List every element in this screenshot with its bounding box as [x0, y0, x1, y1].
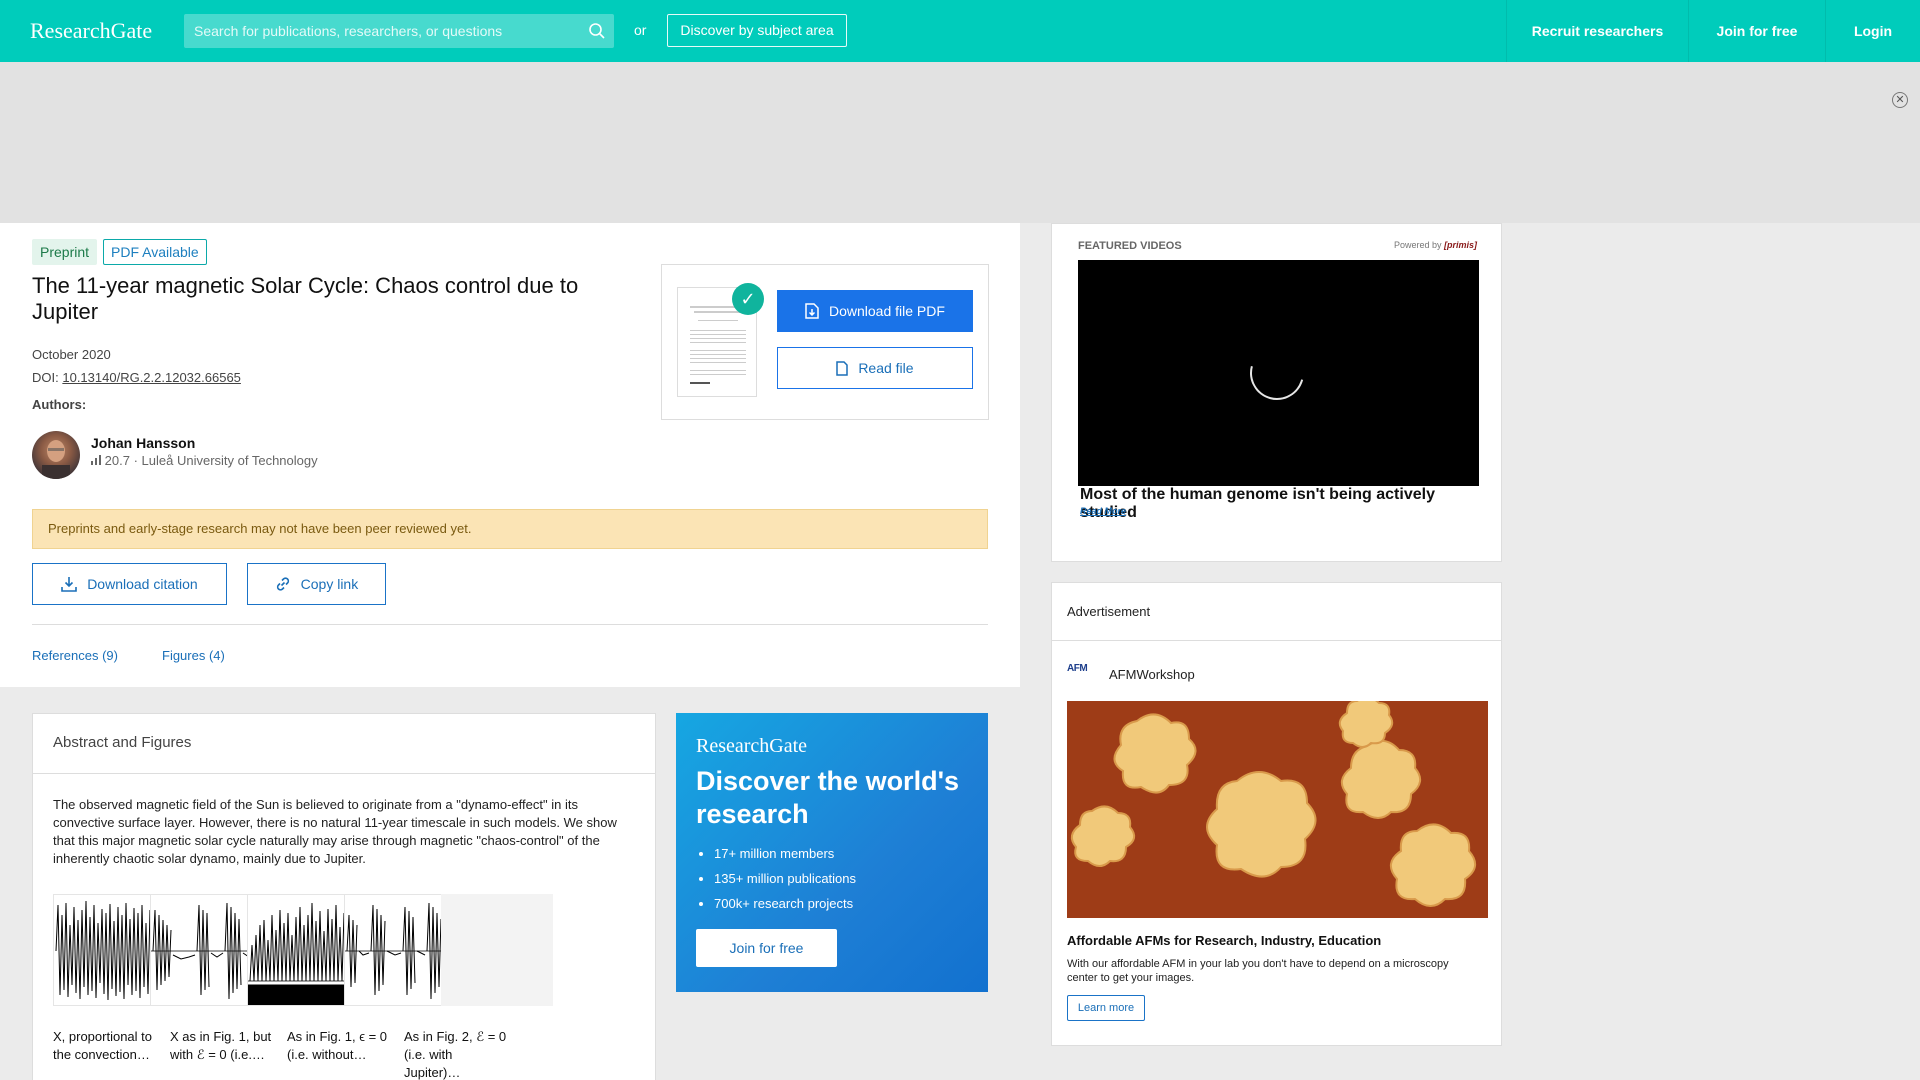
figure-thumbnail-1[interactable] — [53, 894, 165, 1006]
score-bars-icon — [91, 453, 105, 468]
featured-videos-label: FEATURED VIDEOS — [1078, 240, 1182, 252]
top-navigation-bar: ResearchGate or Discover by subject area… — [0, 0, 1920, 62]
figure-caption-1: X, proportional to the convection… — [53, 1029, 153, 1062]
loading-spinner-icon — [1240, 336, 1314, 410]
researchgate-logo[interactable]: ResearchGate — [30, 18, 152, 44]
ad-image[interactable] — [1067, 701, 1488, 918]
video-player[interactable] — [1078, 260, 1479, 486]
promo-join-button[interactable]: Join for free — [696, 929, 837, 967]
powered-by: Powered by [primis] — [1394, 240, 1477, 250]
figure-caption-4: As in Fig. 2, ℰ = 0 (i.e. with Jupiter)… — [404, 1029, 507, 1080]
download-pdf-label: Download file PDF — [828, 303, 945, 319]
tab-figures[interactable]: Figures (4) — [162, 648, 225, 663]
figure-thumbnail-placeholder — [441, 894, 553, 1006]
promo-stat-members: 17+ million members — [714, 841, 856, 866]
file-download-icon — [805, 303, 829, 319]
tabs-divider — [32, 624, 988, 625]
doi-line: DOI: 10.13140/RG.2.2.12032.66565 — [32, 370, 241, 385]
powered-by-label: Powered by — [1393, 240, 1442, 250]
doi-label: DOI: — [32, 370, 59, 385]
pdf-available-badge: PDF Available — [103, 239, 207, 265]
checkmark-icon: ✓ — [732, 283, 764, 315]
discover-research-promo: ResearchGate Discover the world's resear… — [676, 713, 988, 992]
or-separator: or — [634, 22, 647, 38]
preprint-warning: Preprints and early-stage research may n… — [32, 509, 988, 549]
author-name[interactable]: Johan Hansson — [91, 435, 195, 451]
authors-label: Authors: — [32, 397, 87, 412]
ad-brand-name[interactable]: AFMWorkshop — [1109, 667, 1195, 682]
discover-by-subject-button[interactable]: Discover by subject area — [667, 14, 847, 47]
ad-title[interactable]: Affordable AFMs for Research, Industry, … — [1067, 933, 1381, 948]
publication-title: The 11-year magnetic Solar Cycle: Chaos … — [32, 273, 579, 324]
figure-caption-3: As in Fig. 1, ϵ = 0 (i.e. without… — [287, 1029, 388, 1062]
promo-stats-list: 17+ million members 135+ million publica… — [714, 841, 856, 916]
read-more-link[interactable]: Read More — [1080, 506, 1126, 516]
download-citation-button[interactable]: Download citation — [32, 563, 227, 605]
learn-more-button[interactable]: Learn more — [1067, 995, 1145, 1021]
author-meta: 20.7 · Luleå University of Technology — [91, 453, 318, 468]
download-icon — [61, 576, 87, 592]
ad-divider — [1052, 640, 1501, 641]
publication-date: October 2020 — [32, 347, 111, 362]
search-box — [184, 14, 614, 48]
tab-references[interactable]: References (9) — [32, 648, 118, 663]
link-icon — [275, 576, 301, 592]
abstract-and-figures-card: Abstract and Figures The observed magnet… — [32, 713, 656, 1080]
doi-link[interactable]: 10.13140/RG.2.2.12032.66565 — [62, 370, 241, 385]
download-pdf-button[interactable]: Download file PDF — [777, 290, 973, 332]
search-input[interactable] — [184, 14, 574, 48]
read-file-button[interactable]: Read file — [777, 347, 973, 389]
advertisement-label: Advertisement — [1067, 604, 1151, 619]
copy-link-label: Copy link — [300, 576, 359, 592]
author-affiliation[interactable]: Luleå University of Technology — [142, 453, 318, 468]
login-link[interactable]: Login — [1825, 0, 1920, 62]
advertisement-card: Advertisement AFM AFMWorkshop Affordable… — [1051, 582, 1502, 1046]
figure-thumbnail-4[interactable] — [344, 894, 456, 1006]
author-score: 20.7 — [104, 453, 130, 468]
preprint-badge: Preprint — [32, 239, 98, 265]
afm-logo[interactable]: AFM — [1067, 663, 1097, 683]
featured-videos-card: FEATURED VIDEOS Powered by [primis] Most… — [1051, 223, 1502, 562]
author-avatar[interactable] — [32, 431, 80, 479]
search-icon[interactable] — [588, 22, 606, 45]
figure-thumbnail-2[interactable] — [150, 894, 262, 1006]
abstract-text: The observed magnetic field of the Sun i… — [53, 797, 617, 866]
read-file-label: Read file — [858, 360, 914, 376]
top-ad-banner: ✕ — [0, 62, 1920, 223]
join-for-free-link[interactable]: Join for free — [1688, 0, 1825, 62]
promo-logo: ResearchGate — [696, 735, 808, 757]
promo-stat-publications: 135+ million publications — [714, 866, 856, 891]
primis-logo[interactable]: [primis] — [1444, 240, 1477, 250]
promo-title: Discover the world's research — [696, 766, 959, 829]
file-icon — [836, 360, 858, 376]
figure-caption-2: X as in Fig. 1, but with ℰ = 0 (i.e.… — [170, 1029, 272, 1062]
author-separator: · — [133, 453, 138, 468]
video-title[interactable]: Most of the human genome isn't being act… — [1080, 486, 1480, 522]
recruit-researchers-link[interactable]: Recruit researchers — [1506, 0, 1688, 62]
pdf-download-box: ✓ Download file PDF Read file — [661, 264, 989, 420]
figure-thumbnail-3[interactable] — [247, 894, 359, 1006]
ad-description: With our affordable AFM in your lab you … — [1067, 958, 1449, 984]
close-circle-icon[interactable]: ✕ — [1892, 92, 1908, 108]
promo-stat-projects: 700k+ research projects — [714, 891, 856, 916]
download-citation-label: Download citation — [87, 576, 198, 592]
abstract-heading: Abstract and Figures — [33, 714, 655, 774]
publication-header-card: Preprint PDF Available The 11-year magne… — [0, 223, 1020, 687]
copy-link-button[interactable]: Copy link — [247, 563, 386, 605]
